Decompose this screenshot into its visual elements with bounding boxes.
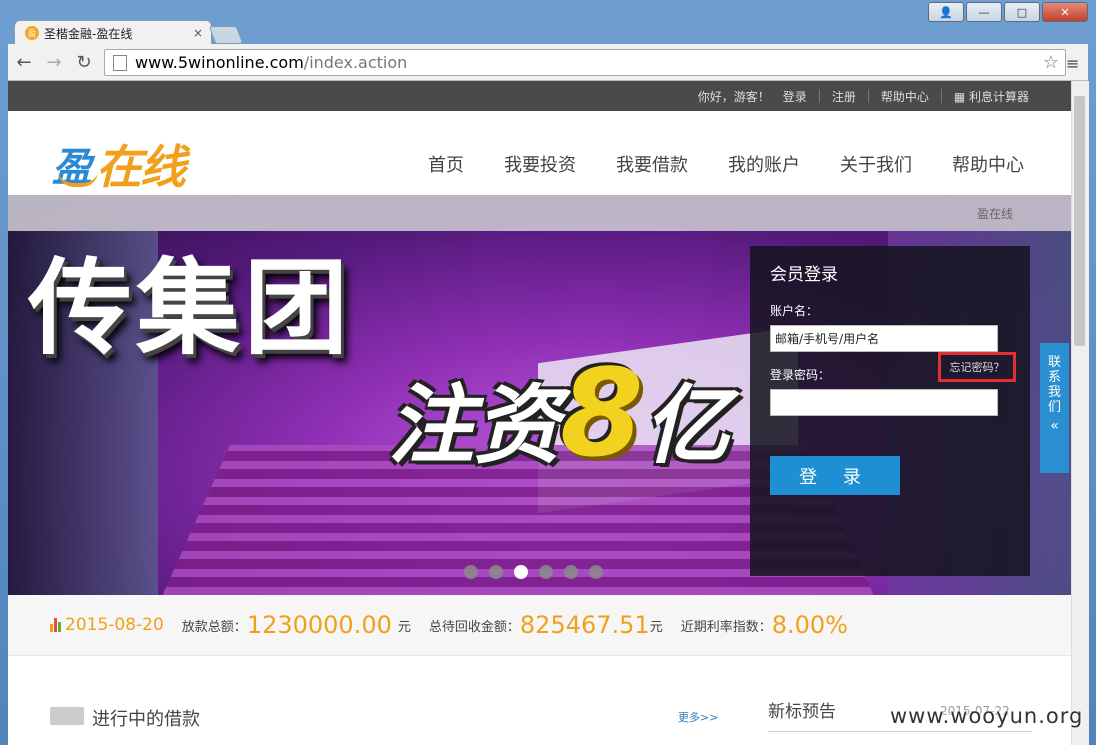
carousel-dots [464,565,603,579]
subheadline-text-1: 注资 [388,376,560,476]
carousel-dot[interactable] [489,565,503,579]
password-input[interactable] [770,389,998,416]
collapse-arrow-icon: « [1050,418,1059,434]
divider [940,89,942,103]
rate-index-label: 近期利率指数： [680,619,772,635]
username-label: 账户名： [770,304,819,318]
forgot-password-link[interactable]: 忘记密码？ [938,352,1016,382]
stats-bar: 2015-08-20 放款总额： 1230000.00 元 总待回收金额： 82… [8,595,1071,656]
interest-calculator-link[interactable]: ▦ 利息计算器 [954,88,1029,105]
bookmark-star-icon[interactable]: ☆ [1043,52,1059,73]
username-input[interactable]: 邮箱/手机号/用户名 [770,325,998,352]
breadcrumb: 盈在线 [976,207,1013,221]
loan-total-label: 放款总额： [181,619,247,635]
site-header: 盈 在线 首页 我要投资 我要借款 我的账户 关于我们 帮助中心 [8,111,1071,195]
watermark: www.wooyun.org [890,704,1084,728]
bar-chart-icon [50,618,61,632]
chrome-menu-icon[interactable]: ≡ [1066,54,1082,73]
maximize-button[interactable]: □ [1004,2,1040,22]
login-panel: 会员登录 账户名： 邮箱/手机号/用户名 登录密码： 忘记密码？ 登 录 [750,246,1030,576]
page-icon [113,54,127,71]
nav-home[interactable]: 首页 [428,151,464,177]
nav-about[interactable]: 关于我们 [840,151,912,177]
main-nav: 首页 我要投资 我要借款 我的账户 关于我们 帮助中心 [428,151,1024,177]
web-page: 你好，游客！ 登录 注册 帮助中心 ▦ 利息计算器 盈 在线 首页 我要投资 我… [8,81,1071,745]
carousel-dot-active[interactable] [514,565,528,579]
tab-close-icon[interactable]: × [193,26,203,40]
login-button[interactable]: 登 录 [770,456,900,495]
pending-total-value: 825467.51 [519,611,650,639]
nav-help[interactable]: 帮助中心 [952,151,1024,177]
forward-icon[interactable]: → [44,52,64,73]
logo-text: 在线 [96,140,186,194]
pending-total-unit: 元 [649,619,663,635]
browser-toolbar: ← → ↻ www.5winonline.com /index.action ☆… [8,44,1088,81]
divider [768,731,1032,732]
site-logo[interactable]: 盈 在线 [52,123,242,194]
minimize-button[interactable]: — [966,2,1002,22]
divider [867,89,869,103]
tag-icon [50,707,84,725]
carousel-dot[interactable] [564,565,578,579]
new-bids-title: 新标预告 [768,702,836,722]
contact-us-tab[interactable]: 联 系 我 们 « [1040,343,1069,473]
url-path: /index.action [303,53,408,72]
address-bar[interactable]: www.5winonline.com /index.action ☆ [104,49,1066,76]
url-host: www.5winonline.com [135,53,304,72]
top-bar: 你好，游客！ 登录 注册 帮助中心 ▦ 利息计算器 [8,81,1071,111]
close-window-button[interactable]: ✕ [1042,2,1088,22]
carousel-dot[interactable] [464,565,478,579]
banner-subheadline: 注资8亿 [388,345,730,484]
contact-char: 我 [1047,385,1061,400]
browser-tab[interactable]: 盈 圣楷金融-盈在线 × [14,20,212,45]
password-label: 登录密码： [770,368,831,382]
contact-char: 们 [1047,400,1061,415]
greeting-text: 你好，游客！ [697,89,770,104]
pending-total-label: 总待回收金额： [428,619,520,635]
rate-index-value: 8.00% [771,611,848,639]
nav-invest[interactable]: 我要投资 [504,151,576,177]
login-title: 会员登录 [770,265,838,285]
nav-account[interactable]: 我的账户 [728,151,800,177]
ongoing-loans-title: 进行中的借款 [92,709,200,730]
more-link[interactable]: 更多>> [678,709,718,725]
carousel-dot[interactable] [539,565,553,579]
favicon-icon: 盈 [25,26,39,40]
loan-total-value: 1230000.00 [246,611,392,639]
stats-date: 2015-08-20 [65,615,164,635]
banner-headline: 传集团 [28,247,353,369]
carousel-dot[interactable] [589,565,603,579]
contact-char: 系 [1047,370,1061,385]
subheadline-number: 8 [560,345,644,484]
subheadline-text-2: 亿 [643,376,730,476]
window-controls: 👤 — □ ✕ [928,2,1088,22]
top-login-link[interactable]: 登录 [783,88,807,105]
divider [818,89,820,103]
user-icon[interactable]: 👤 [928,2,964,22]
back-icon[interactable]: ← [14,52,34,73]
scrollbar-thumb[interactable] [1074,96,1085,346]
reload-icon[interactable]: ↻ [74,52,94,73]
contact-char: 联 [1047,355,1061,370]
tab-title: 圣楷金融-盈在线 [44,26,133,41]
top-help-link[interactable]: 帮助中心 [881,88,929,105]
loan-total-unit: 元 [397,619,411,635]
nav-borrow[interactable]: 我要借款 [616,151,688,177]
top-register-link[interactable]: 注册 [832,88,856,105]
